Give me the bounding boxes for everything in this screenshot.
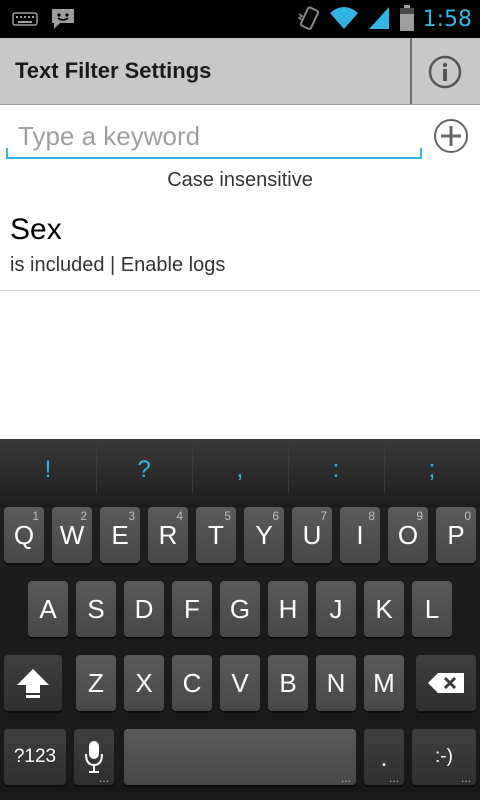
- signal-icon: [367, 5, 391, 35]
- key-m[interactable]: M: [364, 655, 404, 711]
- key-l[interactable]: L: [412, 581, 452, 637]
- case-sensitivity-label[interactable]: Case insensitive: [0, 169, 480, 192]
- microphone-icon: [85, 741, 103, 773]
- battery-icon: [399, 4, 415, 36]
- suggestion-strip: ! ? , : ;: [0, 439, 480, 501]
- key-x[interactable]: X: [124, 655, 164, 711]
- soft-keyboard: ! ? , : ; Q1 W2 E3 R4 T5 Y6 U7 I8 O9 P0 …: [0, 439, 480, 800]
- keyword-input[interactable]: [6, 115, 422, 159]
- suggestion-exclamation[interactable]: !: [0, 439, 96, 501]
- suggestion-colon[interactable]: :: [288, 439, 384, 501]
- voice-input-key[interactable]: ...: [74, 729, 114, 785]
- add-circle-icon: [434, 119, 468, 153]
- filter-list-item[interactable]: Sex is included | Enable logs: [0, 205, 480, 291]
- key-y[interactable]: Y6: [244, 507, 284, 563]
- filter-keyword: Sex: [10, 213, 62, 246]
- key-t[interactable]: T5: [196, 507, 236, 563]
- key-p[interactable]: P0: [436, 507, 476, 563]
- key-j[interactable]: J: [316, 581, 356, 637]
- key-i[interactable]: I8: [340, 507, 380, 563]
- key-g[interactable]: G: [220, 581, 260, 637]
- vibrate-icon: [297, 4, 321, 36]
- shift-key[interactable]: [4, 655, 62, 711]
- key-n[interactable]: N: [316, 655, 356, 711]
- keyboard-icon: [12, 11, 38, 31]
- status-bar: 1:58: [0, 0, 480, 38]
- key-f[interactable]: F: [172, 581, 212, 637]
- filter-description: is included | Enable logs: [10, 254, 226, 276]
- key-s[interactable]: S: [76, 581, 116, 637]
- period-key[interactable]: ....: [364, 729, 404, 785]
- info-button[interactable]: [428, 55, 462, 89]
- suggestion-question[interactable]: ?: [96, 439, 192, 501]
- chat-icon: [50, 7, 76, 35]
- clock-time: 1:58: [422, 7, 472, 32]
- screen: 1:58 Text Filter Settings Case insensiti…: [0, 0, 480, 800]
- key-k[interactable]: K: [364, 581, 404, 637]
- key-w[interactable]: W2: [52, 507, 92, 563]
- key-b[interactable]: B: [268, 655, 308, 711]
- input-underline-right: [420, 148, 422, 159]
- emoticon-key[interactable]: :-)...: [412, 729, 476, 785]
- info-icon: [428, 55, 462, 89]
- backspace-key[interactable]: [416, 655, 476, 711]
- add-keyword-button[interactable]: [433, 118, 469, 154]
- key-d[interactable]: D: [124, 581, 164, 637]
- key-e[interactable]: E3: [100, 507, 140, 563]
- key-a[interactable]: A: [28, 581, 68, 637]
- key-v[interactable]: V: [220, 655, 260, 711]
- key-c[interactable]: C: [172, 655, 212, 711]
- key-r[interactable]: R4: [148, 507, 188, 563]
- input-underline-left: [6, 148, 8, 159]
- suggestion-comma[interactable]: ,: [192, 439, 288, 501]
- key-u[interactable]: U7: [292, 507, 332, 563]
- title-divider: [410, 38, 412, 104]
- page-title: Text Filter Settings: [15, 58, 212, 83]
- wifi-icon: [329, 5, 359, 35]
- key-o[interactable]: O9: [388, 507, 428, 563]
- suggestion-semicolon[interactable]: ;: [384, 439, 480, 501]
- symbols-key[interactable]: ?123: [4, 729, 66, 785]
- space-key[interactable]: ...: [124, 729, 356, 785]
- key-z[interactable]: Z: [76, 655, 116, 711]
- backspace-icon: [428, 673, 464, 693]
- key-h[interactable]: H: [268, 581, 308, 637]
- shift-arrow-icon: [17, 669, 49, 698]
- title-bar: Text Filter Settings: [0, 38, 480, 105]
- key-q[interactable]: Q1: [4, 507, 44, 563]
